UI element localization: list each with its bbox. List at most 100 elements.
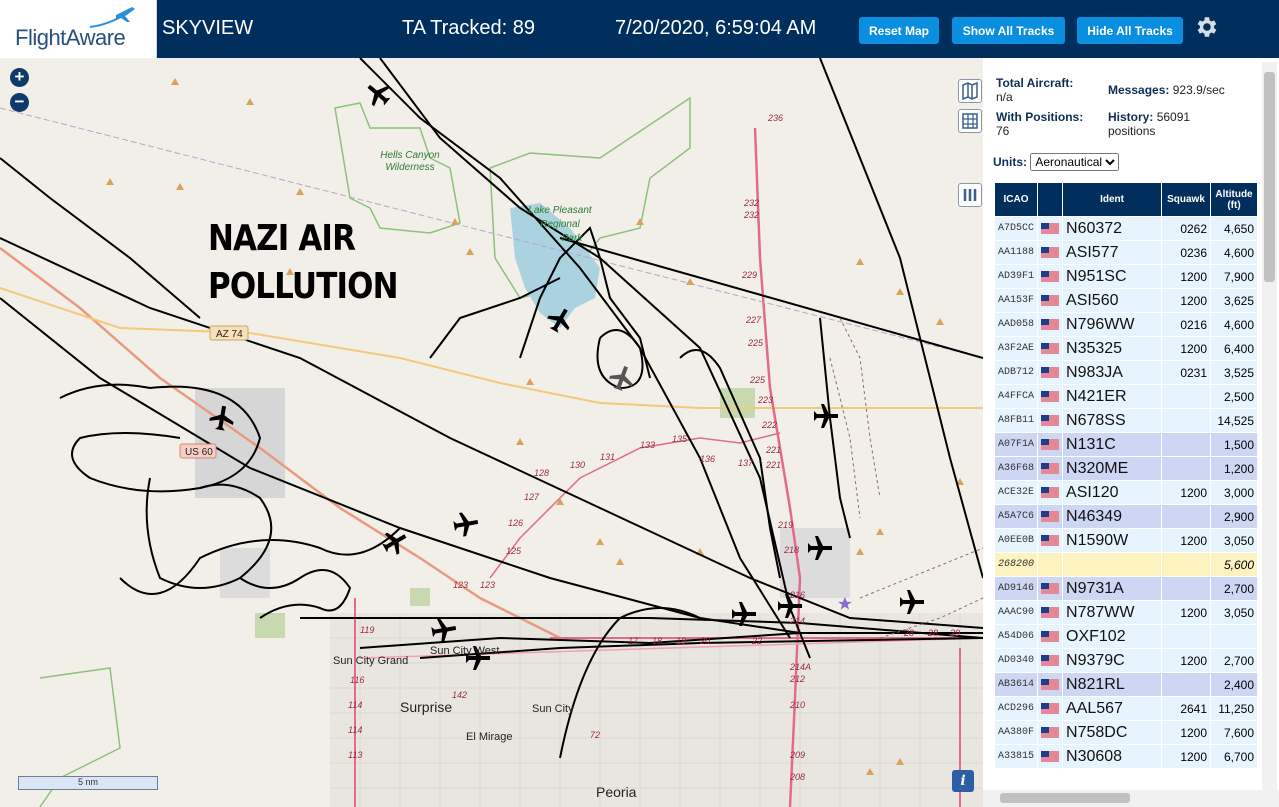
route-number-label: 119 [360, 625, 374, 635]
table-row[interactable]: A0EE0B N1590W 1200 3,050 [993, 528, 1259, 553]
route-number-label: 222 [761, 420, 777, 430]
table-row[interactable]: A4FFCA N421ER 2,500 [993, 384, 1259, 409]
route-number-label: 236 [767, 113, 783, 123]
cell-icao: A36F68 [993, 456, 1039, 481]
table-row[interactable]: AB3614 N821RL 2,400 [993, 672, 1259, 697]
cell-squawk [1161, 456, 1212, 481]
cell-ident: N30608 [1062, 744, 1163, 769]
cell-icao: AAD058 [993, 312, 1039, 337]
cell-ident: N9731A [1062, 576, 1163, 601]
table-row[interactable]: A8FB11 N678SS 14,525 [993, 408, 1259, 433]
zoom-out-button[interactable]: − [10, 93, 29, 112]
route-number-label: 116 [350, 675, 364, 685]
gear-icon[interactable] [1193, 14, 1219, 40]
cell-icao: AA153F [993, 288, 1039, 313]
col-header-icao[interactable]: ICAO [993, 182, 1039, 217]
cell-squawk [1161, 504, 1212, 529]
cell-ident: ASI577 [1062, 240, 1163, 265]
cell-altitude: 1,200 [1210, 456, 1259, 481]
cell-altitude: 1,500 [1210, 432, 1259, 457]
col-header-flag[interactable] [1037, 182, 1064, 217]
us-flag-icon [1041, 655, 1060, 667]
us-flag-icon [1041, 439, 1060, 451]
route-number-label: 29 [949, 628, 960, 638]
cell-ident: N758DC [1062, 720, 1163, 745]
cell-icao: AD9146 [993, 576, 1039, 601]
map-label-surprise: Surprise [400, 699, 452, 715]
table-row[interactable]: AA153F ASI560 1200 3,625 [993, 288, 1259, 313]
flightaware-logo[interactable]: FlightAware [0, 0, 157, 58]
cell-ident: N796WW [1062, 312, 1163, 337]
info-icon[interactable]: i [952, 770, 974, 792]
table-row[interactable]: ACE32E ASI120 1200 3,000 [993, 480, 1259, 505]
route-number-label: 133 [640, 440, 655, 450]
table-scrollbar-thumb[interactable] [1264, 72, 1275, 282]
aircraft-panel: Total Aircraft: n/a Messages: 923.9/sec … [983, 58, 1279, 807]
table-row[interactable]: AAD058 N796WW 0216 4,600 [993, 312, 1259, 337]
cell-flag [1037, 528, 1064, 553]
table-row[interactable]: A5A7C6 N46349 2,900 [993, 504, 1259, 529]
col-header-ident[interactable]: Ident [1062, 182, 1163, 217]
table-row[interactable]: ADB712 N983JA 0231 3,525 [993, 360, 1259, 385]
cell-ident: N1590W [1062, 528, 1163, 553]
cell-altitude: 2,700 [1210, 576, 1259, 601]
cell-icao: A07F1A [993, 432, 1039, 457]
grid-toggle-button[interactable] [958, 109, 982, 133]
cell-altitude: 14,525 [1210, 408, 1259, 433]
cell-icao: A8FB11 [993, 408, 1039, 433]
table-row[interactable]: A54D06 OXF102 [993, 624, 1259, 649]
table-row[interactable]: AA1188 ASI577 0236 4,600 [993, 240, 1259, 265]
cell-ident: N9379C [1062, 648, 1163, 673]
route-number-label: 223 [757, 395, 773, 405]
us-flag-icon [1041, 295, 1060, 307]
route-number-label: 17 [628, 636, 639, 646]
route-number-label: 137 [738, 458, 754, 468]
map-label-wilderness: Wilderness [385, 162, 434, 173]
table-row[interactable]: AD0340 N9379C 1200 2,700 [993, 648, 1259, 673]
cell-altitude: 6,400 [1210, 336, 1259, 361]
zoom-in-button[interactable]: + [10, 68, 29, 87]
table-row[interactable]: 268200 5,600 [993, 552, 1259, 577]
map-view[interactable]: Hells Canyon Wilderness Lake Pleasant Re… [0, 58, 983, 807]
cell-altitude: 6,700 [1210, 744, 1259, 769]
table-row[interactable]: A7D5CC N60372 0262 4,650 [993, 216, 1259, 241]
cell-altitude: 3,050 [1210, 600, 1259, 625]
table-row[interactable]: AAAC90 N787WW 1200 3,050 [993, 600, 1259, 625]
table-row[interactable]: A3F2AE N35325 1200 6,400 [993, 336, 1259, 361]
route-number-label: 28 [903, 628, 914, 638]
route-number-label: 142 [452, 690, 467, 700]
us-flag-icon [1041, 631, 1060, 643]
us-flag-icon [1041, 727, 1060, 739]
table-row[interactable]: A33815 N30608 1200 6,700 [993, 744, 1259, 769]
map-label-park: Park [562, 233, 584, 244]
cell-ident: ASI120 [1062, 480, 1163, 505]
cell-icao: A0EE0B [993, 528, 1039, 553]
columns-toggle-button[interactable] [958, 183, 982, 207]
cell-icao: A3F2AE [993, 336, 1039, 361]
col-header-squawk[interactable]: Squawk [1161, 182, 1212, 217]
route-number-label: 126 [508, 518, 523, 528]
map-label-us60: US 60 [185, 447, 213, 458]
hide-all-tracks-button[interactable]: Hide All Tracks [1077, 17, 1183, 44]
cell-flag [1037, 504, 1064, 529]
route-number-label: 19 [676, 636, 686, 646]
table-row[interactable]: AD39F1 N951SC 1200 7,900 [993, 264, 1259, 289]
units-select[interactable]: Aeronautical [1030, 153, 1120, 171]
route-number-label: 214 [789, 616, 805, 626]
table-row[interactable]: A36F68 N320ME 1,200 [993, 456, 1259, 481]
cell-flag [1037, 336, 1064, 361]
show-all-tracks-button[interactable]: Show All Tracks [952, 17, 1065, 44]
cell-ident: OXF102 [1062, 624, 1163, 649]
tracked-count: TA Tracked: 89 [402, 17, 536, 39]
horizontal-scrollbar-thumb[interactable] [1000, 793, 1130, 803]
map-layers-button[interactable] [958, 79, 982, 103]
col-header-altitude[interactable]: Altitude (ft) [1210, 182, 1259, 217]
table-row[interactable]: AD9146 N9731A 2,700 [993, 576, 1259, 601]
us-flag-icon [1041, 271, 1060, 283]
table-row[interactable]: AA380F N758DC 1200 7,600 [993, 720, 1259, 745]
table-row[interactable]: ACD296 AAL567 2641 11,250 [993, 696, 1259, 721]
reset-map-button[interactable]: Reset Map [859, 17, 939, 44]
map-canvas[interactable]: Hells Canyon Wilderness Lake Pleasant Re… [0, 58, 983, 807]
cell-squawk [1161, 432, 1212, 457]
table-row[interactable]: A07F1A N131C 1,500 [993, 432, 1259, 457]
